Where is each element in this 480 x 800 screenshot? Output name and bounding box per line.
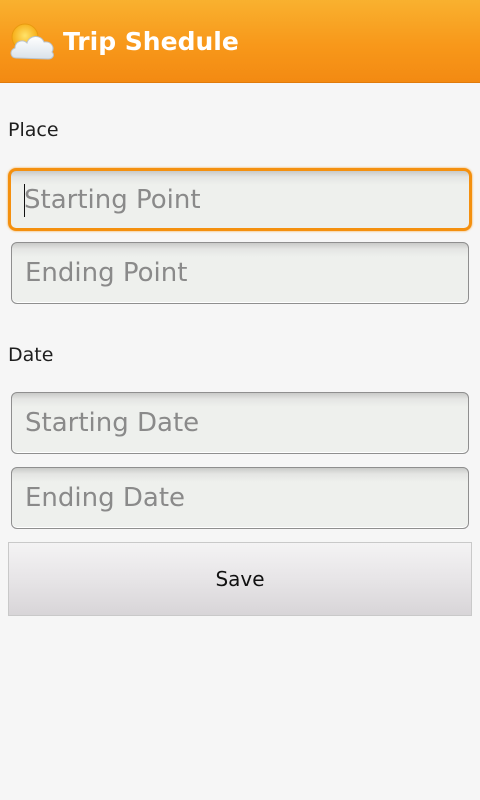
save-button[interactable]: Save [8, 542, 472, 616]
date-label: Date [8, 344, 54, 366]
app-title: Trip Shedule [63, 27, 239, 56]
text-cursor [24, 184, 25, 217]
partly-cloudy-icon [8, 20, 56, 64]
ending-date-input[interactable] [11, 467, 469, 529]
app-bar: Trip Shedule [0, 0, 480, 83]
starting-point-input[interactable] [8, 168, 472, 231]
place-label: Place [8, 119, 59, 141]
starting-date-input[interactable] [11, 392, 469, 454]
ending-point-input[interactable] [11, 242, 469, 304]
